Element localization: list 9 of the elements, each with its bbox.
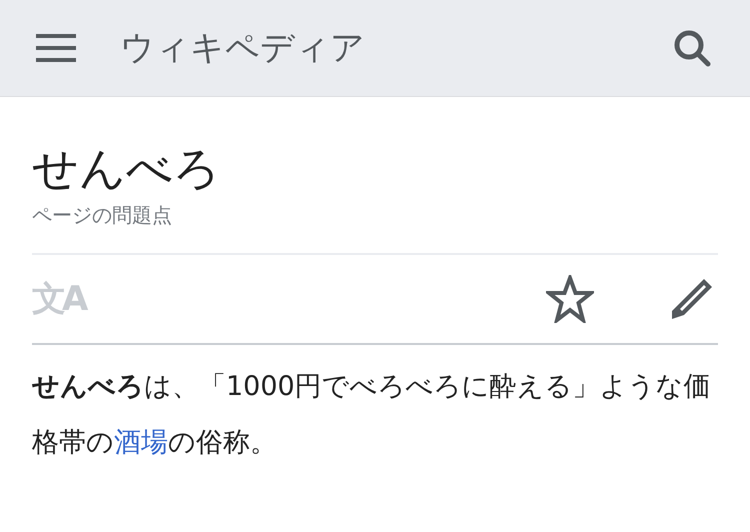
article-paragraph: せんべろは、「1000円でべろべろに酔える」ような価格帯の酒場の俗称。 xyxy=(32,370,712,460)
site-title[interactable]: ウィキペディア xyxy=(120,25,672,71)
article-link[interactable]: 酒場 xyxy=(114,427,168,458)
pencil-icon[interactable] xyxy=(670,277,714,322)
menu-icon[interactable] xyxy=(36,34,76,62)
page-issues-link[interactable]: ページの問題点 xyxy=(32,202,172,230)
star-icon[interactable] xyxy=(546,275,594,324)
search-icon[interactable] xyxy=(672,28,712,68)
page-title: せんべろ xyxy=(32,141,221,196)
